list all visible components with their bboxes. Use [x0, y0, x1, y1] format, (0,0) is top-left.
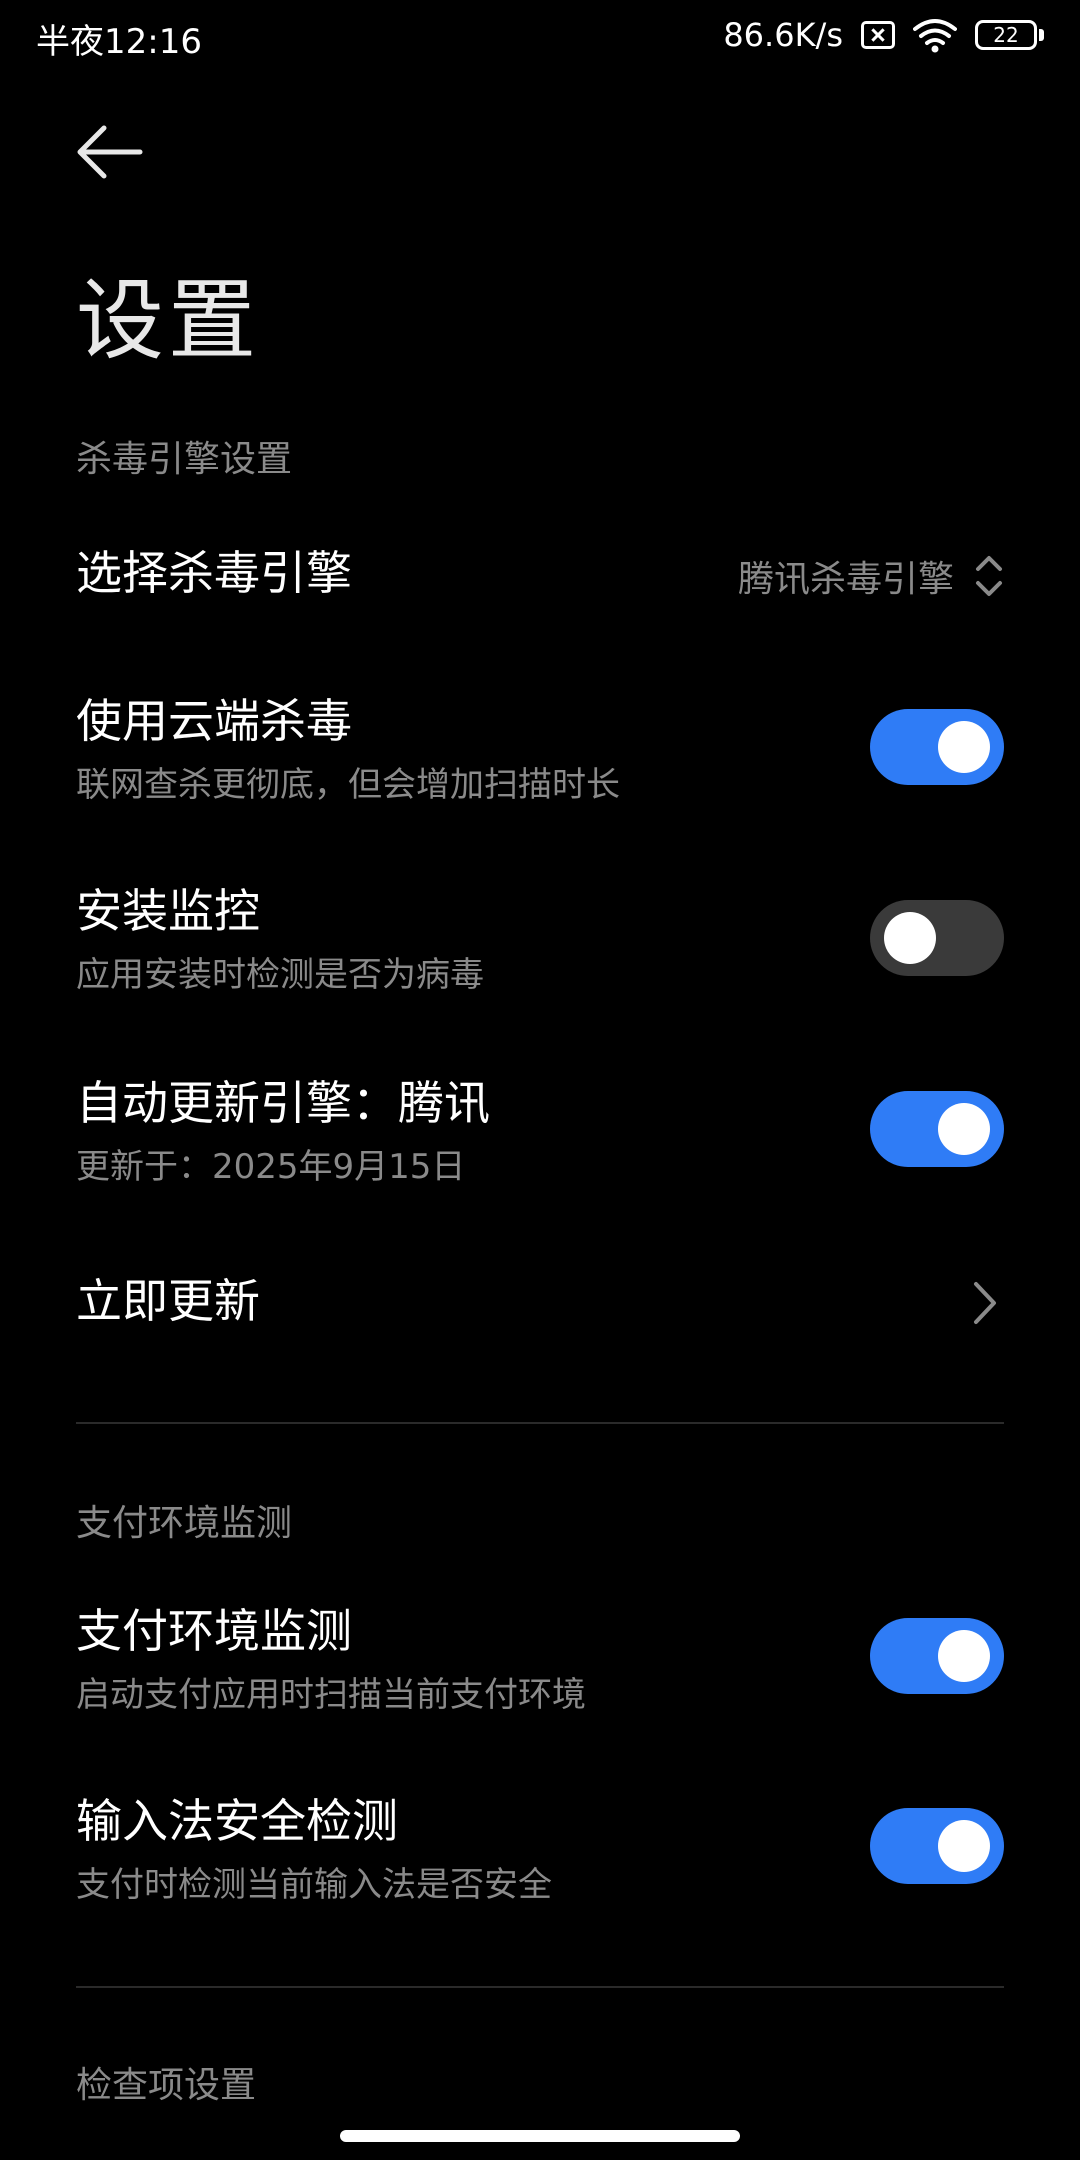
section-divider [76, 1422, 1004, 1424]
update-now-title: 立即更新 [76, 1274, 260, 1328]
cloud-scan-row[interactable]: 使用云端杀毒 联网查杀更彻底，但会增加扫描时长 [76, 694, 1004, 806]
update-now-row[interactable]: 立即更新 [76, 1274, 1004, 1334]
install-monitor-title: 安装监控 [76, 884, 260, 938]
page-title: 设置 [76, 269, 261, 372]
section-divider [76, 1986, 1004, 1988]
chevron-right-icon [974, 1282, 996, 1324]
cloud-scan-title: 使用云端杀毒 [76, 694, 352, 748]
status-time: 半夜12:16 [36, 22, 202, 62]
toggle-knob [884, 912, 936, 964]
ime-check-toggle[interactable] [870, 1808, 1004, 1884]
no-sim-icon [861, 21, 895, 49]
status-bar: 半夜12:16 86.6K/s 22 [0, 0, 1080, 80]
toggle-knob [938, 1103, 990, 1155]
ime-check-subtitle: 支付时检测当前输入法是否安全 [76, 1865, 552, 1906]
engine-selector[interactable]: 腾讯杀毒引擎 [738, 550, 1004, 602]
arrow-left-icon [77, 125, 143, 179]
auto-update-title: 自动更新引擎：腾讯 [76, 1076, 490, 1130]
section-header-checks: 检查项设置 [76, 2065, 257, 2106]
toggle-knob [938, 1630, 990, 1682]
cloud-scan-subtitle: 联网查杀更彻底，但会增加扫描时长 [76, 765, 620, 806]
toggle-knob [938, 721, 990, 773]
auto-update-row[interactable]: 自动更新引擎：腾讯 更新于：2025年9月15日 [76, 1076, 1004, 1188]
payment-env-toggle[interactable] [870, 1618, 1004, 1694]
network-speed: 86.6K/s [723, 16, 843, 54]
battery-level: 22 [975, 20, 1037, 50]
ime-check-title: 输入法安全检测 [76, 1794, 398, 1848]
auto-update-toggle[interactable] [870, 1091, 1004, 1167]
payment-env-row[interactable]: 支付环境监测 启动支付应用时扫描当前支付环境 [76, 1604, 1004, 1716]
toggle-knob [938, 1820, 990, 1872]
payment-env-title: 支付环境监测 [76, 1604, 352, 1658]
cloud-scan-toggle[interactable] [870, 709, 1004, 785]
install-monitor-row[interactable]: 安装监控 应用安装时检测是否为病毒 [76, 884, 1004, 996]
home-indicator[interactable] [340, 2130, 740, 2142]
section-header-engine: 杀毒引擎设置 [76, 439, 293, 480]
ime-check-row[interactable]: 输入法安全检测 支付时检测当前输入法是否安全 [76, 1794, 1004, 1906]
auto-update-subtitle: 更新于：2025年9月15日 [76, 1147, 466, 1188]
wifi-icon [913, 19, 957, 53]
install-monitor-toggle[interactable] [870, 900, 1004, 976]
engine-selector-value: 腾讯杀毒引擎 [737, 559, 954, 600]
status-indicators: 86.6K/s 22 [723, 16, 1044, 54]
battery-icon: 22 [975, 20, 1044, 50]
install-monitor-subtitle: 应用安装时检测是否为病毒 [76, 955, 484, 996]
back-button[interactable] [74, 124, 144, 180]
payment-env-subtitle: 启动支付应用时扫描当前支付环境 [76, 1675, 586, 1716]
chevron-up-down-icon [976, 556, 1002, 596]
section-header-payment: 支付环境监测 [76, 1503, 293, 1544]
